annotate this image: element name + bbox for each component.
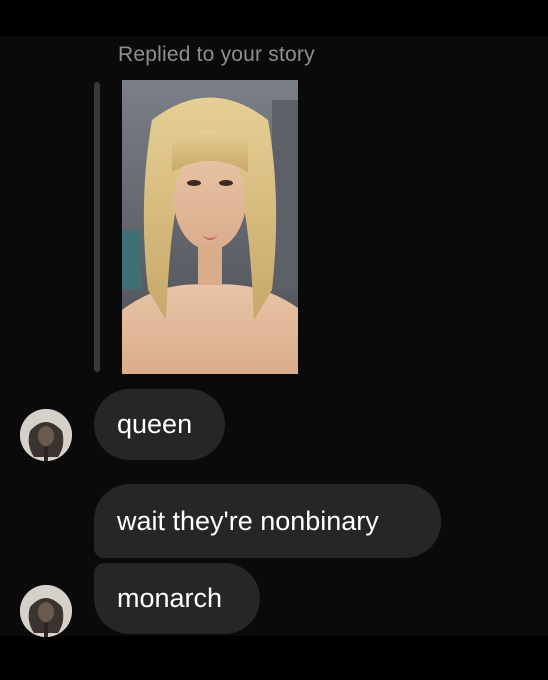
- sender-avatar[interactable]: [20, 409, 72, 461]
- replied-to-story-caption: Replied to your story: [118, 43, 315, 66]
- message-bubble[interactable]: monarch: [94, 563, 260, 634]
- message-bubble[interactable]: wait they're nonbinary: [94, 484, 441, 558]
- avatar-photo-icon: [20, 585, 72, 637]
- sender-avatar[interactable]: [20, 585, 72, 637]
- avatar-photo-icon: [20, 409, 72, 461]
- message-text: wait they're nonbinary: [117, 505, 379, 536]
- message-text: queen: [117, 409, 193, 439]
- story-thumbnail[interactable]: [122, 80, 298, 374]
- message-bubble[interactable]: queen: [94, 389, 225, 460]
- message-text: monarch: [117, 583, 223, 613]
- story-photo-portrait: [122, 80, 298, 374]
- reply-indicator-bar: [94, 82, 100, 372]
